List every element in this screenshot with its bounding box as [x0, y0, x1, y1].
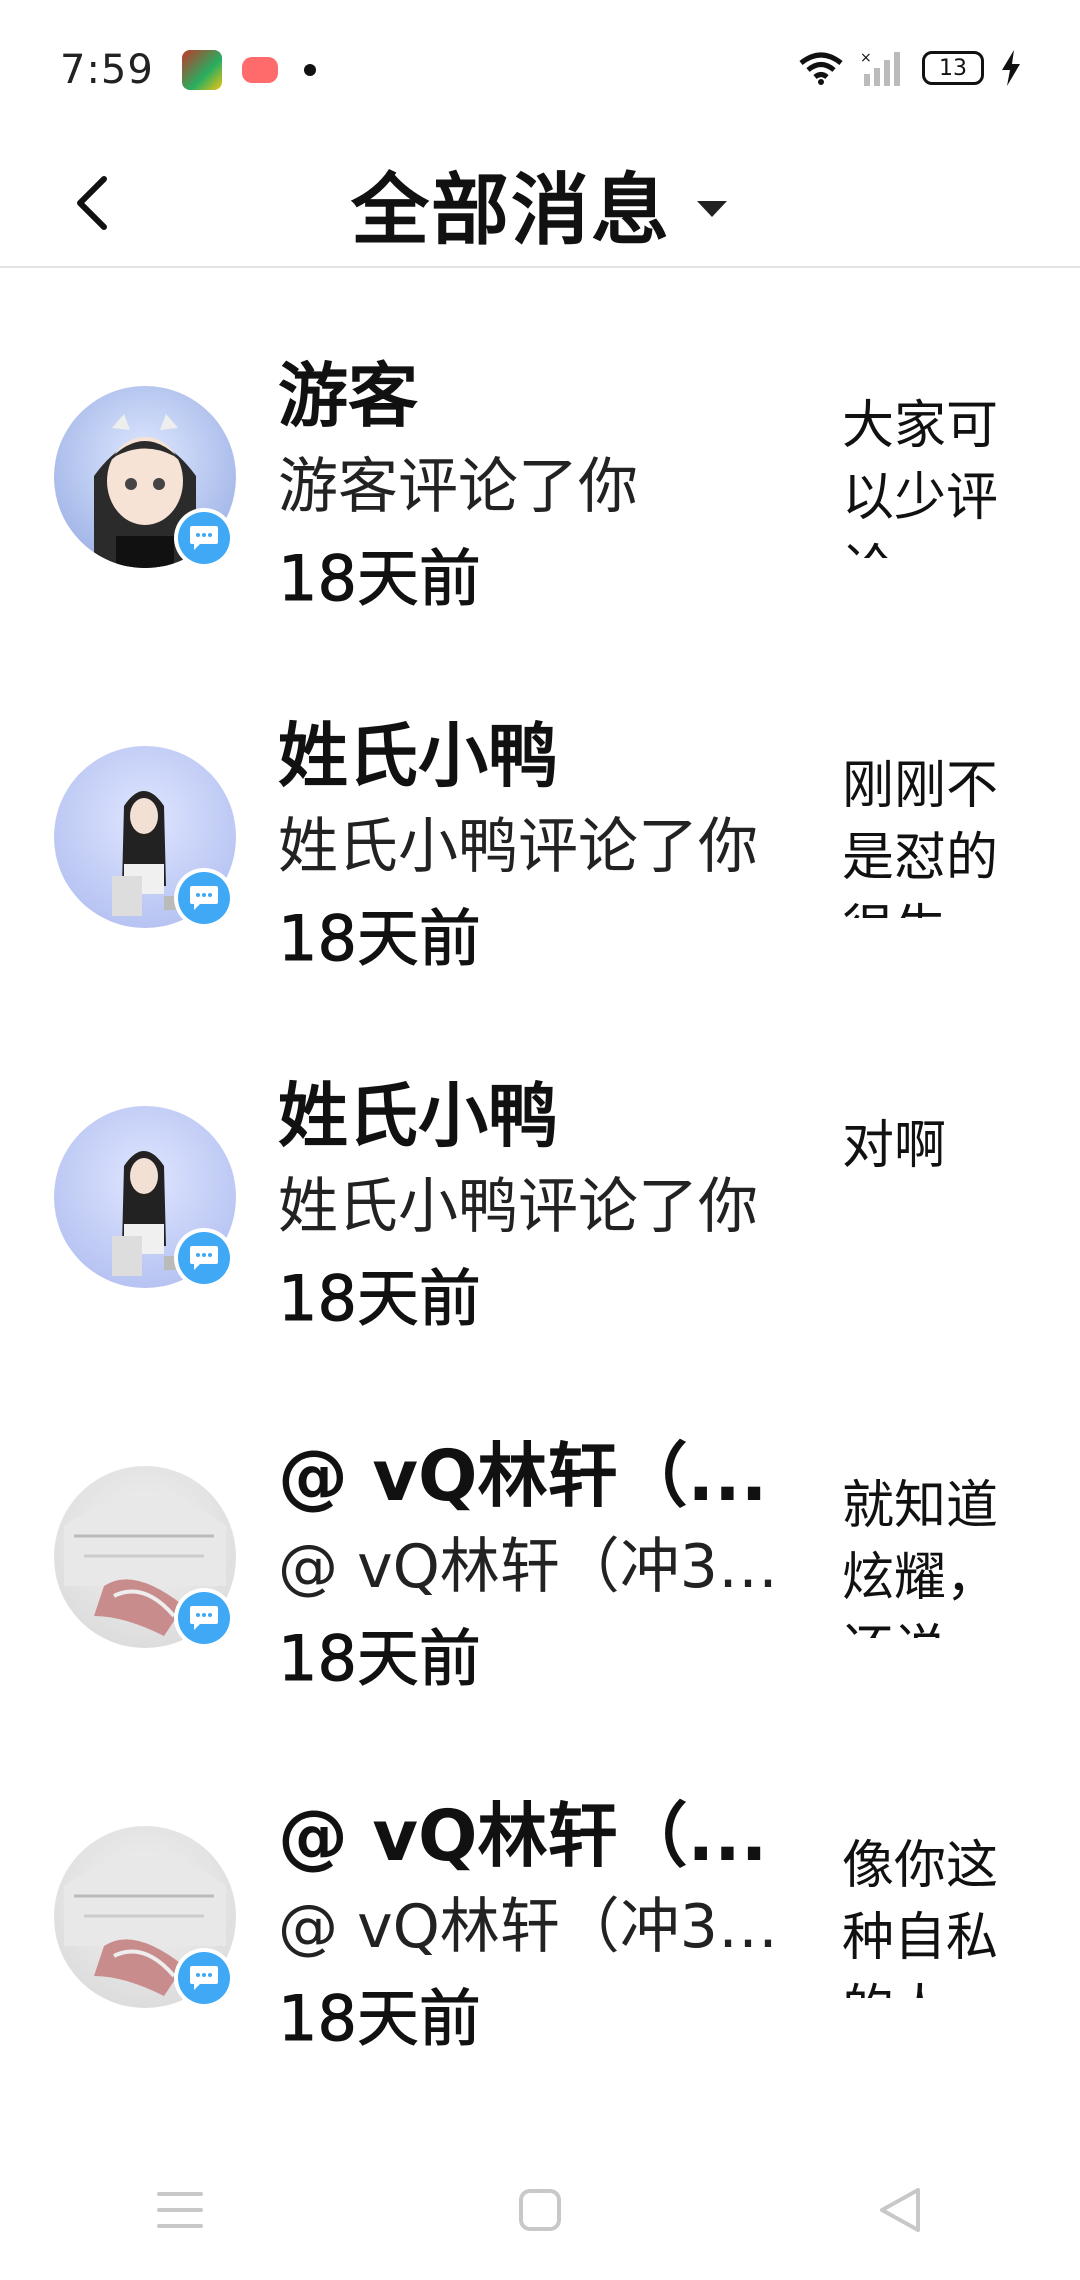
message-preview[interactable]: 对啊	[842, 1110, 1022, 1278]
home-button[interactable]	[480, 2170, 600, 2250]
message-time: 18天前	[278, 902, 482, 976]
sender-name: @ vQ林轩（...	[278, 1435, 768, 1517]
sender-name: 姓氏小鸭	[278, 1075, 558, 1157]
title-dropdown[interactable]: 全部消息	[0, 140, 1080, 268]
battery-icon: 13	[922, 51, 984, 85]
home-icon	[519, 2189, 561, 2231]
system-nav-bar	[0, 2160, 1080, 2260]
header: 全部消息	[0, 140, 1080, 268]
menu-icon	[157, 2192, 203, 2228]
message-list: 游客 游客评论了你 18天前 大家可以少评论一 姓氏小鸭 姓氏	[0, 270, 1080, 2070]
charging-icon	[1002, 50, 1020, 86]
message-preview[interactable]: 就知道炫耀，还说	[842, 1470, 1022, 1638]
message-time: 18天前	[278, 1262, 482, 1336]
status-time: 7:59	[60, 47, 154, 93]
message-item[interactable]: 游客 游客评论了你 18天前 大家可以少评论一	[0, 270, 1080, 630]
message-preview[interactable]: 像你这种自私的人	[842, 1830, 1022, 1998]
gamepad-icon	[241, 57, 278, 83]
chat-bubble-icon	[190, 1606, 218, 1630]
dropdown-triangle-icon	[697, 201, 727, 217]
chat-bubble-icon	[190, 526, 218, 550]
comment-badge	[174, 1948, 234, 2008]
message-item[interactable]: @ vQ林轩（... @ vQ林轩（冲35... 18天前 就知道炫耀，还说	[0, 1350, 1080, 1710]
chat-bubble-icon	[190, 1966, 218, 1990]
page-title: 全部消息	[350, 166, 671, 256]
chat-bubble-icon	[190, 886, 218, 910]
status-bar: 7:59 × 13	[0, 0, 1080, 140]
notification-dot-icon	[303, 64, 316, 76]
message-description: 游客评论了你	[278, 452, 638, 522]
comment-badge	[174, 508, 234, 568]
message-time: 18天前	[278, 1622, 482, 1696]
comment-badge	[174, 868, 234, 928]
comment-badge	[174, 1588, 234, 1648]
sender-name: 姓氏小鸭	[278, 715, 558, 797]
game-app-icon	[181, 50, 222, 90]
message-time: 18天前	[278, 1982, 482, 2056]
message-item[interactable]: 姓氏小鸭 姓氏小鸭评论了你 18天前 刚刚不是怼的很生	[0, 630, 1080, 990]
back-triangle-icon	[880, 2188, 920, 2232]
recents-button[interactable]	[120, 2170, 240, 2250]
chat-bubble-icon	[190, 1246, 218, 1270]
system-back-button[interactable]	[840, 2170, 960, 2250]
message-description: @ vQ林轩（冲35...	[278, 1532, 803, 1602]
message-description: @ vQ林轩（冲35...	[278, 1892, 803, 1962]
message-description: 姓氏小鸭评论了你	[278, 812, 758, 882]
signal-icon: ×	[860, 50, 900, 86]
message-preview[interactable]: 大家可以少评论一	[842, 390, 1022, 558]
message-description: 姓氏小鸭评论了你	[278, 1172, 758, 1242]
message-item[interactable]: 姓氏小鸭 姓氏小鸭评论了你 18天前 对啊	[0, 990, 1080, 1350]
message-item[interactable]: @ vQ林轩（... @ vQ林轩（冲35... 18天前 像你这种自私的人	[0, 1710, 1080, 2070]
svg-text:×: ×	[860, 50, 872, 66]
sender-name: @ vQ林轩（...	[278, 1795, 768, 1877]
status-indicators: × 13	[798, 50, 1022, 86]
message-preview[interactable]: 刚刚不是怼的很生	[842, 750, 1022, 918]
wifi-icon	[799, 52, 843, 85]
comment-badge	[174, 1228, 234, 1288]
message-time: 18天前	[278, 542, 482, 616]
sender-name: 游客	[278, 355, 418, 437]
